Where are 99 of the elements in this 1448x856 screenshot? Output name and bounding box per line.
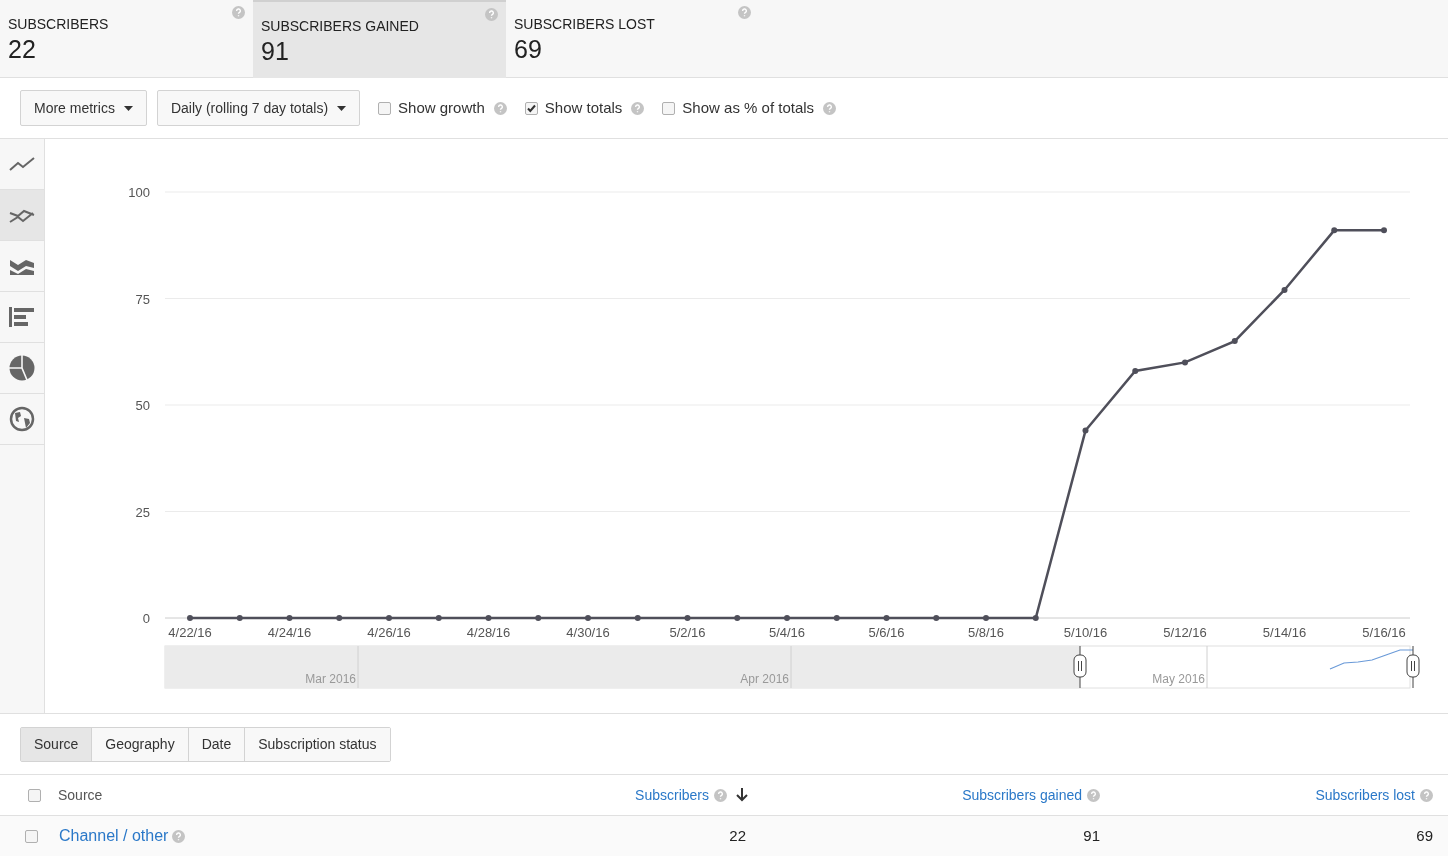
column-header[interactable]: Subscribers [635, 784, 709, 806]
checkbox[interactable] [662, 101, 676, 115]
data-point [336, 615, 343, 621]
area-chart-icon [9, 257, 35, 275]
help-icon[interactable] [738, 6, 751, 19]
month-label: Apr 2016 [740, 672, 789, 686]
data-point [1032, 615, 1039, 621]
checkbox[interactable] [378, 101, 392, 115]
option-label[interactable]: Show growth [398, 96, 485, 120]
data-point [236, 615, 243, 621]
help-icon[interactable] [714, 788, 727, 802]
sort-down-arrow-icon[interactable] [736, 788, 748, 802]
help-icon[interactable] [1087, 788, 1100, 802]
data-point [435, 615, 442, 621]
checkbox[interactable] [25, 829, 38, 843]
checkbox[interactable] [28, 788, 41, 802]
help-icon[interactable] [172, 829, 186, 843]
month-label: May 2016 [1152, 672, 1205, 686]
column-header[interactable]: Subscribers gained [962, 784, 1082, 806]
metric-tab[interactable]: SUBSCRIBERS LOST 69 [506, 0, 759, 78]
x-tick-label: 4/24/16 [267, 625, 312, 640]
data-point [634, 615, 641, 621]
x-tick-label: 5/4/16 [768, 625, 806, 640]
metric-value: 69 [514, 34, 543, 64]
data-point [833, 615, 840, 621]
data-point [585, 615, 591, 621]
x-tick-label: 5/16/16 [1362, 625, 1406, 640]
y-tick-label: 100 [128, 185, 150, 200]
data-point [286, 615, 293, 621]
chart-type-button[interactable] [0, 190, 44, 241]
x-tick-label: 5/12/16 [1163, 625, 1207, 640]
data-point [883, 615, 890, 621]
data-point [535, 615, 542, 621]
help-icon[interactable] [823, 101, 837, 115]
x-tick-label: 4/28/16 [466, 625, 511, 640]
metric-label: SUBSCRIBERS LOST [514, 16, 656, 32]
y-tick-label: 50 [135, 398, 150, 413]
month-label: Mar 2016 [305, 672, 356, 686]
caret-icon [337, 105, 347, 111]
data-point [684, 615, 691, 621]
table-tab[interactable]: Subscription status [244, 727, 390, 761]
data-point [784, 615, 790, 621]
help-icon[interactable] [232, 6, 245, 19]
data-point [1281, 287, 1288, 293]
data-point [1132, 367, 1139, 374]
option-label[interactable]: Show totals [544, 96, 623, 120]
data-point [1381, 227, 1387, 234]
metric-label: SUBSCRIBERS GAINED [261, 18, 420, 34]
x-tick-label: 5/8/16 [967, 625, 1005, 640]
y-tick-label: 25 [135, 504, 150, 520]
metric-value: 22 [8, 34, 37, 64]
metric-tab[interactable]: SUBSCRIBERS GAINED 91 [253, 0, 506, 78]
data-point [734, 615, 741, 621]
pie-chart-icon [9, 355, 35, 381]
bar-chart-icon [9, 307, 35, 327]
column-header: Source [58, 785, 104, 805]
data-point [983, 615, 989, 621]
x-tick-label: 4/22/16 [168, 625, 212, 640]
table-tab[interactable]: Source [21, 727, 92, 761]
data-point [386, 615, 392, 621]
checkbox[interactable] [524, 101, 538, 115]
data-point [1182, 359, 1188, 366]
line-chart-icon [9, 156, 35, 172]
x-tick-label: 5/14/16 [1262, 625, 1307, 640]
source-link[interactable]: Channel / other [59, 824, 169, 848]
column-header[interactable]: Subscribers lost [1315, 784, 1415, 806]
help-icon[interactable] [1420, 788, 1433, 802]
option-label[interactable]: Show as % of totals [682, 96, 815, 120]
dropdown-button[interactable]: Daily (rolling 7 day totals) [156, 90, 361, 126]
help-icon[interactable] [493, 101, 507, 115]
table-tab[interactable]: Geography [91, 727, 188, 761]
caret-icon [123, 105, 133, 111]
table-cell-text: 91 [1082, 825, 1100, 846]
data-point [1231, 338, 1238, 345]
dropdown-button[interactable]: More metrics [20, 90, 147, 126]
x-tick-label: 5/6/16 [868, 625, 905, 640]
help-icon[interactable] [485, 8, 498, 21]
globe-icon [9, 406, 35, 432]
help-icon[interactable] [631, 101, 645, 115]
metric-label: SUBSCRIBERS [8, 16, 110, 32]
data-point [485, 615, 492, 621]
multi-line-chart-icon [9, 207, 35, 223]
table-tab[interactable]: Date [187, 727, 245, 761]
data-point [187, 615, 193, 621]
table-cell-text: 22 [728, 825, 747, 846]
x-tick-label: 5/2/16 [669, 625, 706, 640]
y-tick-label: 0 [142, 611, 150, 626]
table-cell-text: 69 [1415, 825, 1433, 846]
x-tick-label: 5/10/16 [1063, 625, 1108, 640]
y-tick-label: 75 [135, 291, 150, 307]
range-handle[interactable] [1073, 645, 1087, 689]
x-tick-label: 4/30/16 [566, 625, 610, 640]
range-handle[interactable] [1406, 645, 1420, 689]
data-point [933, 615, 940, 621]
x-tick-label: 4/26/16 [367, 625, 411, 640]
data-point [1331, 227, 1338, 234]
data-point [1082, 427, 1089, 434]
metric-tab[interactable]: SUBSCRIBERS 22 [0, 0, 253, 78]
metric-value: 91 [261, 36, 290, 66]
